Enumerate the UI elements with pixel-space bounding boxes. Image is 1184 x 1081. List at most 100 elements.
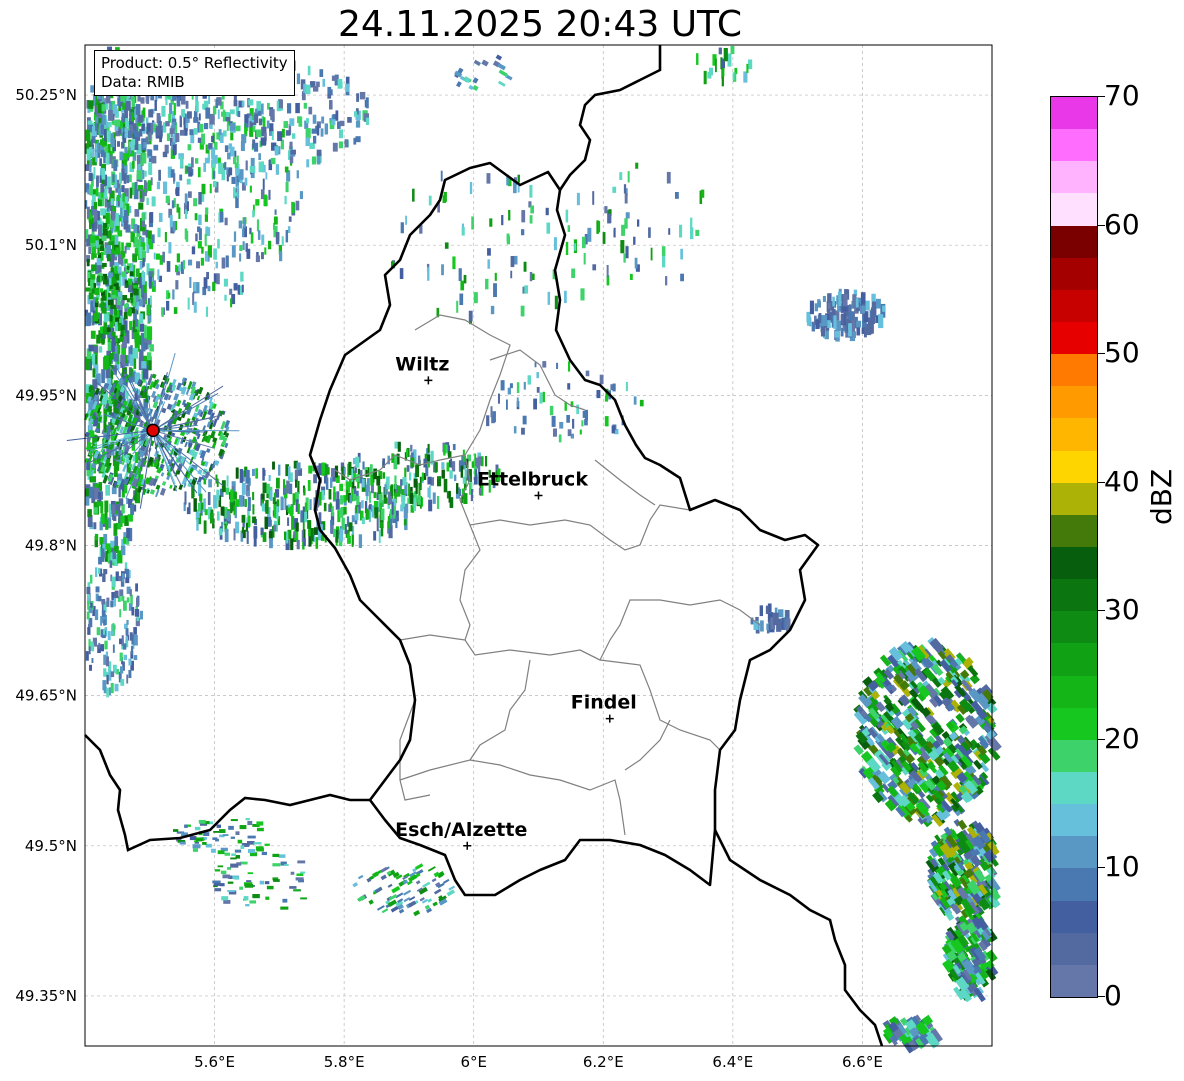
echo-cell (281, 236, 284, 246)
echo-cell (517, 185, 520, 193)
echo-cell (100, 288, 104, 293)
echo-cell (134, 209, 140, 217)
echo-cell (115, 283, 119, 290)
echo-cell (255, 468, 258, 479)
echo-cell (112, 623, 115, 632)
echo-cell (114, 266, 118, 274)
echo-cell (161, 307, 164, 317)
echo-cell (127, 514, 133, 522)
radar-map[interactable]: WiltzEttelbruckFindelEsch/Alzette 50.25°… (0, 0, 1184, 1081)
echo-cell (225, 255, 229, 268)
echo-cell (625, 212, 630, 219)
echo-cell (360, 510, 364, 519)
echo-cell (98, 567, 101, 574)
echo-cell (680, 248, 683, 260)
echo-cell (882, 305, 886, 312)
echo-cell (205, 843, 212, 848)
echo-cell (167, 292, 171, 299)
echo-cell (221, 896, 229, 901)
echo-cell (239, 495, 244, 507)
echo-cell (312, 114, 317, 124)
echo-cell (542, 361, 547, 368)
echo-cell (146, 352, 152, 361)
echo-cell (261, 851, 268, 856)
echo-cell (138, 238, 142, 247)
echo-cell (564, 290, 567, 304)
echo-cell (584, 409, 589, 421)
echo-cell (86, 206, 90, 218)
echo-cell (158, 120, 162, 128)
echo-cell (194, 213, 198, 221)
echo-cell (832, 296, 835, 307)
echo-cell (124, 245, 127, 254)
city-label[interactable]: Esch/Alzette (395, 819, 527, 841)
echo-cell (217, 865, 224, 868)
echo-cell (89, 184, 93, 196)
echo-cell (128, 346, 132, 356)
echo-cell (175, 264, 178, 273)
echo-cell (133, 627, 137, 635)
echo-cell (135, 104, 141, 115)
echo-cell (276, 499, 280, 507)
echo-cell (567, 383, 571, 390)
echo-cell (226, 475, 229, 487)
echo-cell (237, 284, 240, 295)
echo-cell (119, 589, 124, 597)
echo-cell (106, 254, 111, 262)
echo-cell (409, 492, 414, 504)
echo-cell (242, 241, 245, 250)
echo-cell (454, 474, 457, 482)
echo-cell (299, 191, 304, 200)
echo-cell (273, 504, 277, 518)
echo-cell (255, 255, 260, 263)
echo-cell (213, 883, 221, 886)
echo-cell (329, 502, 332, 509)
echo-cell (338, 141, 344, 149)
echo-cell (132, 160, 135, 169)
echo-cell (213, 495, 217, 509)
echo-cell (188, 191, 192, 198)
city-label[interactable]: Ettelbruck (477, 468, 588, 490)
echo-cell (290, 871, 295, 875)
echo-cell (234, 162, 238, 169)
echo-cell (88, 344, 94, 352)
echo-cell (365, 484, 369, 497)
echo-cell (224, 145, 229, 153)
echo-cell (189, 836, 197, 841)
echo-cell (105, 213, 110, 224)
echo-cell (239, 253, 242, 262)
echo-cell (91, 205, 94, 216)
echo-cell (611, 425, 615, 434)
echo-cell (551, 415, 556, 427)
echo-cell (171, 200, 175, 209)
echo-cell (88, 486, 94, 499)
echo-cell (289, 156, 294, 164)
echo-cell (246, 531, 249, 544)
echo-cell (208, 479, 212, 488)
echo-cell (149, 212, 154, 223)
echo-cell (100, 150, 105, 158)
echo-cell (142, 107, 146, 118)
echo-cell (106, 202, 109, 212)
echo-cell (131, 112, 135, 122)
echo-cell (248, 515, 251, 527)
echo-cell (680, 273, 684, 282)
city-label[interactable]: Wiltz (395, 353, 449, 375)
echo-cell (505, 399, 508, 410)
echo-cell (126, 527, 130, 539)
echo-cell (125, 636, 129, 643)
echo-cell (187, 201, 189, 212)
echo-cell (105, 484, 110, 496)
echo-cell (120, 679, 125, 686)
echo-cell (264, 194, 267, 207)
echo-cell (545, 207, 549, 216)
echo-cell (154, 99, 157, 111)
radar-site-dot[interactable] (146, 423, 160, 438)
echo-cell (311, 156, 317, 165)
echo-cell (106, 674, 109, 685)
echo-cell (233, 283, 238, 291)
echo-cell (138, 202, 144, 210)
echo-cell (232, 876, 239, 880)
echo-cell (572, 418, 575, 429)
city-label[interactable]: Findel (571, 692, 637, 714)
